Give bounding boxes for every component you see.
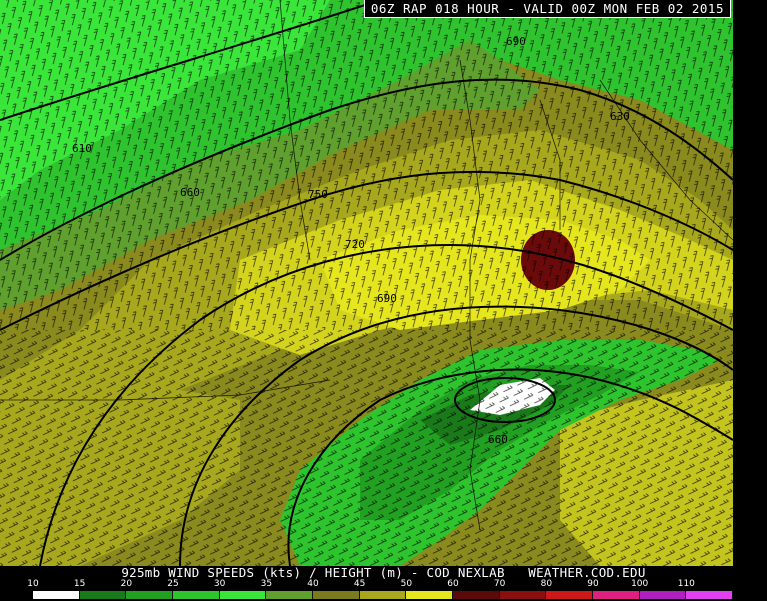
map-canvas: 610 660 750 720 690 690 660 630 xyxy=(0,0,733,566)
forecast-header: 06Z RAP 018 HOUR - VALID 00Z MON FEB 02 … xyxy=(363,0,731,18)
colorbar-tick-label: 110 xyxy=(677,579,695,589)
colorbar-tick-label: 100 xyxy=(631,579,649,589)
colorbar-tick-label: 60 xyxy=(447,579,459,589)
colorbar-tick-label: 45 xyxy=(353,579,366,589)
contour-label: 630 xyxy=(610,110,630,123)
colorbar-segment xyxy=(593,591,640,599)
wind-barb-field-south xyxy=(0,330,733,566)
colorbar-segment xyxy=(126,591,174,599)
colorbar-tick-label: 40 xyxy=(307,579,319,589)
right-margin xyxy=(733,0,767,566)
contour-label: 660 xyxy=(488,433,508,446)
colorbar-tick-label: 10 xyxy=(27,579,39,589)
colorbar-tick-label: 80 xyxy=(540,579,553,589)
contour-label: 720 xyxy=(345,238,365,251)
footer: 925mb WIND SPEEDS (kts) / HEIGHT (m) - C… xyxy=(0,566,767,601)
contour-label: 660 xyxy=(180,186,200,199)
colorbar-segment xyxy=(219,591,267,599)
colorbar-tick-label: 25 xyxy=(167,579,179,589)
contour-label: 750 xyxy=(308,188,328,201)
colorbar-segment xyxy=(79,591,127,599)
colorbar xyxy=(33,591,734,599)
colorbar-segment xyxy=(406,591,454,599)
colorbar-tick-label: 50 xyxy=(400,579,413,589)
colorbar-segment xyxy=(313,591,360,599)
colorbar-tick-label: 90 xyxy=(587,579,599,589)
colorbar-segment xyxy=(686,591,734,599)
colorbar-segment xyxy=(33,591,80,599)
colorbar-segment xyxy=(499,591,547,599)
colorbar-segment xyxy=(359,591,407,599)
wind-barb-field xyxy=(0,0,733,330)
colorbar-segment xyxy=(266,591,314,599)
colorbar-labels: 10 15 20 25 30 35 40 45 50 60 70 80 90 100 110 xyxy=(0,578,767,590)
contour-label: 690 xyxy=(377,292,397,305)
colorbar-segment xyxy=(546,591,594,599)
colorbar-tick-label: 15 xyxy=(73,579,86,589)
contour-label: 690 xyxy=(506,35,526,48)
contour-label: 610 xyxy=(72,142,92,155)
colorbar-tick-label: 30 xyxy=(213,579,226,589)
colorbar-tick-label: 35 xyxy=(260,579,273,589)
colorbar-segment xyxy=(173,591,220,599)
colorbar-tick-label: 70 xyxy=(493,579,506,589)
wind-speed-map: 610 660 750 720 690 690 660 630 06Z RAP … xyxy=(0,0,733,566)
colorbar-segment xyxy=(639,591,687,599)
colorbar-tick-label: 20 xyxy=(120,579,133,589)
colorbar-segment xyxy=(453,591,500,599)
